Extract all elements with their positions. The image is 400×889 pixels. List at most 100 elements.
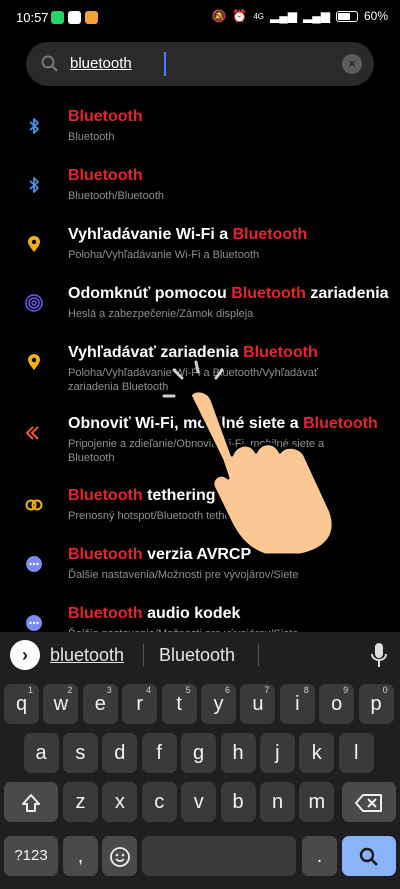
key-label: o bbox=[331, 693, 343, 715]
key-b[interactable]: b bbox=[220, 782, 256, 822]
key-s[interactable]: s bbox=[62, 733, 98, 773]
result-item[interactable]: Bluetooth Bluetooth/Bluetooth bbox=[0, 167, 400, 223]
battery-icon bbox=[335, 10, 358, 22]
key-g[interactable]: g bbox=[181, 733, 217, 773]
status-right: 🔕 ⏰ 4G ▂▄▆ ▂▄▆ 60% bbox=[211, 9, 388, 23]
key-t[interactable]: t5 bbox=[161, 684, 197, 724]
key-label: k bbox=[311, 742, 322, 764]
key-x[interactable]: x bbox=[102, 782, 138, 822]
key-l[interactable]: l bbox=[338, 733, 374, 773]
key-label: n bbox=[271, 791, 284, 813]
result-subtitle: Ďalšie nastavenia/Možnosti pre vývojárov… bbox=[68, 569, 299, 581]
key-n[interactable]: n bbox=[260, 782, 295, 822]
keyboard: › bluetooth Bluetooth q1w2e3r4t5y6u7i8o9… bbox=[0, 632, 400, 889]
title-text: Vyhľadávať zariadenia bbox=[68, 344, 244, 361]
search-input[interactable]: bluetooth bbox=[70, 55, 132, 72]
title-text: audio kodek bbox=[142, 605, 241, 622]
key-q[interactable]: q1 bbox=[4, 684, 39, 724]
result-subtitle: Bluetooth bbox=[68, 131, 115, 143]
key-label: l bbox=[353, 742, 359, 764]
key-z[interactable]: z bbox=[63, 782, 98, 822]
key-label: g bbox=[193, 742, 205, 764]
key-y[interactable]: y6 bbox=[201, 684, 236, 724]
period-key[interactable]: . bbox=[302, 836, 337, 876]
alarm-icon: ⏰ bbox=[232, 9, 248, 23]
title-text: verzia AVRCP bbox=[142, 546, 252, 563]
title-text: Vyhľadávanie Wi-Fi a bbox=[68, 226, 233, 243]
title-highlight: Bluetooth bbox=[68, 605, 143, 622]
emoji-key[interactable] bbox=[102, 836, 137, 876]
result-subtitle: Poloha/Vyhľadávanie Wi-Fi a Bluetooth/Vy… bbox=[68, 367, 319, 393]
emoji-icon bbox=[109, 846, 130, 867]
key-m[interactable]: m bbox=[299, 782, 335, 822]
suggestion-2[interactable]: Bluetooth bbox=[159, 645, 235, 666]
title-text: Obnoviť Wi-Fi, mobilné siete a bbox=[68, 415, 304, 432]
key-h[interactable]: h bbox=[220, 733, 256, 773]
key-hint: 1 bbox=[27, 685, 33, 695]
key-label: s bbox=[75, 742, 86, 764]
result-item[interactable]: Vyhľadávať zariadenia Bluetooth Poloha/Vy… bbox=[0, 344, 400, 400]
search-bar[interactable]: bluetooth × bbox=[26, 42, 374, 86]
result-item[interactable]: Vyhľadávanie Wi-Fi a Bluetooth Poloha/Vyh… bbox=[0, 226, 400, 282]
result-item[interactable]: Bluetooth verzia AVRCP Ďalšie nastavenia/… bbox=[0, 546, 400, 602]
key-label: t bbox=[176, 693, 182, 715]
result-item[interactable]: Odomknúť pomocou Bluetooth zariadenia Hes… bbox=[0, 285, 400, 341]
key-label: ?123 bbox=[14, 847, 48, 864]
key-j[interactable]: j bbox=[259, 733, 295, 773]
result-item[interactable]: Obnoviť Wi-Fi, mobilné siete a Bluetooth… bbox=[0, 415, 400, 471]
key-hint: 2 bbox=[67, 685, 73, 695]
reset-icon bbox=[24, 423, 44, 443]
shift-key[interactable] bbox=[4, 782, 58, 822]
key-label: d bbox=[114, 742, 126, 764]
key-o[interactable]: o9 bbox=[319, 684, 355, 724]
result-subtitle: Bluetooth/Bluetooth bbox=[68, 190, 165, 202]
key-i[interactable]: i8 bbox=[279, 684, 315, 724]
location-icon bbox=[24, 234, 44, 254]
key-label: e bbox=[94, 693, 106, 715]
app-icon bbox=[85, 11, 98, 24]
divider bbox=[143, 644, 144, 666]
mute-icon: 🔕 bbox=[211, 9, 227, 23]
expand-arrow-button[interactable]: › bbox=[10, 640, 40, 670]
result-subtitle: Heslá a zabezpečenie/Zámok displeja bbox=[68, 308, 254, 320]
key-k[interactable]: k bbox=[299, 733, 335, 773]
tethering-icon bbox=[24, 495, 44, 515]
search-key[interactable] bbox=[342, 836, 396, 876]
key-d[interactable]: d bbox=[102, 733, 138, 773]
suggestion-1[interactable]: bluetooth bbox=[50, 645, 124, 666]
title-highlight: Bluetooth bbox=[68, 108, 143, 125]
status-bar: 10:57 🔕 ⏰ 4G ▂▄▆ ▂▄▆ 60% bbox=[0, 0, 400, 36]
key-label: p bbox=[370, 693, 382, 715]
key-r[interactable]: r4 bbox=[122, 684, 158, 724]
comma-key[interactable]: , bbox=[63, 836, 98, 876]
key-e[interactable]: e3 bbox=[82, 684, 118, 724]
key-a[interactable]: a bbox=[23, 733, 59, 773]
clear-search-button[interactable]: × bbox=[342, 54, 362, 74]
key-p[interactable]: p0 bbox=[358, 684, 394, 724]
result-item[interactable]: Bluetooth Bluetooth bbox=[0, 108, 400, 164]
key-c[interactable]: c bbox=[141, 782, 177, 822]
key-label: i bbox=[295, 693, 300, 715]
result-subtitle: Prenosný hotspot/Bluetooth tethering bbox=[68, 510, 250, 522]
result-title: Odomknúť pomocou Bluetooth zariadenia bbox=[68, 285, 389, 303]
key-label: x bbox=[114, 791, 125, 813]
backspace-icon bbox=[355, 793, 382, 812]
title-highlight: Bluetooth bbox=[243, 344, 318, 361]
space-key[interactable] bbox=[142, 836, 296, 876]
key-label: r bbox=[136, 693, 144, 715]
backspace-key[interactable] bbox=[342, 782, 396, 822]
key-hint: 5 bbox=[185, 685, 191, 695]
key-f[interactable]: f bbox=[141, 733, 177, 773]
symbols-key[interactable]: ?123 bbox=[4, 836, 58, 876]
key-label: y bbox=[213, 693, 224, 715]
key-label: j bbox=[275, 742, 280, 764]
key-v[interactable]: v bbox=[181, 782, 217, 822]
key-u[interactable]: u7 bbox=[240, 684, 276, 724]
result-item[interactable]: Bluetooth tethering Prenosný hotspot/Blue… bbox=[0, 487, 400, 543]
result-title: Vyhľadávanie Wi-Fi a Bluetooth bbox=[68, 226, 307, 244]
key-w[interactable]: w2 bbox=[43, 684, 79, 724]
mic-icon[interactable] bbox=[370, 642, 388, 668]
title-highlight: Bluetooth bbox=[68, 167, 143, 184]
more-icon bbox=[24, 613, 44, 633]
result-subtitle: Pripojenie a zdieľanie/Obnoviť Wi-Fi, mo… bbox=[68, 438, 325, 464]
